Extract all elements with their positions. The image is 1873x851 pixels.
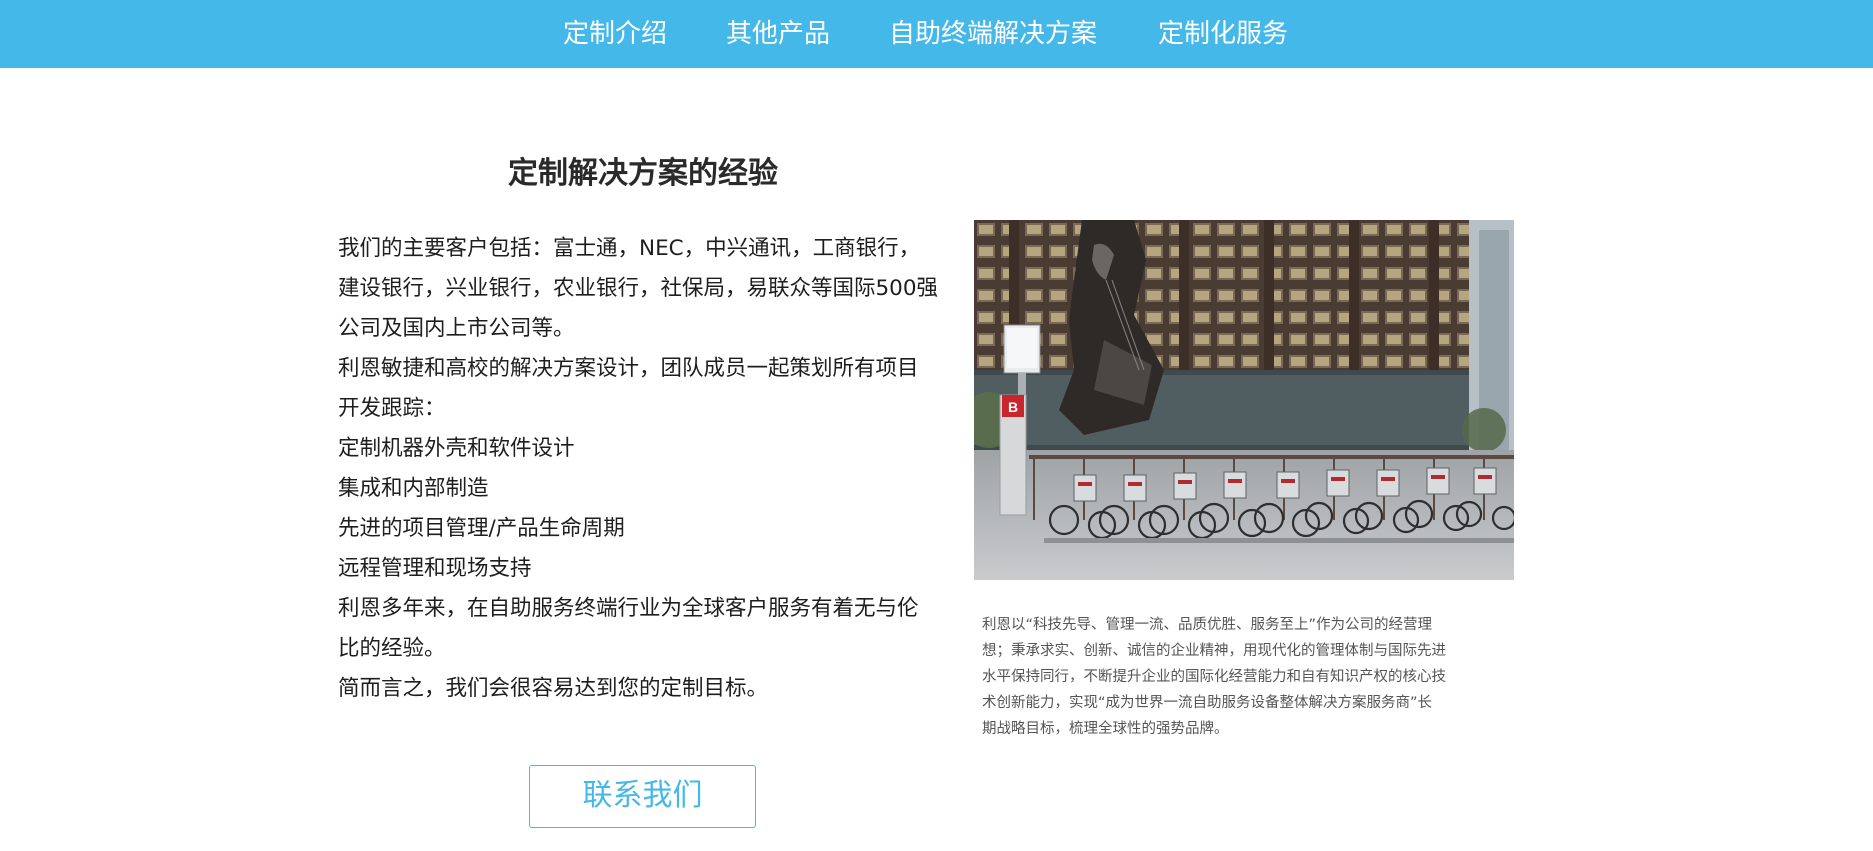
- company-philosophy-caption: 利恩以“科技先导、管理一流、品质优胜、服务至上”作为公司的经营理 想；秉承求实、…: [982, 612, 1482, 742]
- caption-line: 术创新能力，实现“成为世界一流自助服务设备整体解决方案服务商”长: [982, 695, 1433, 711]
- nav-item-kiosk-solutions[interactable]: 自助终端解决方案: [889, 14, 1097, 54]
- description-line: 定制机器外壳和软件设计: [338, 436, 575, 461]
- caption-line: 期战略目标，梳理全球性的强势品牌。: [982, 721, 1229, 737]
- caption-line: 想；秉承求实、创新、诚信的企业精神，用现代化的管理体制与国际先进: [982, 643, 1446, 659]
- description-line: 集成和内部制造: [338, 476, 489, 501]
- description-line: 开发跟踪：: [338, 396, 446, 421]
- contact-us-button[interactable]: 联系我们: [529, 765, 756, 828]
- description-line: 建设银行，兴业银行，农业银行，社保局，易联众等国际500强: [338, 276, 939, 301]
- top-navigation-bar: 定制介绍 其他产品 自助终端解决方案 定制化服务: [0, 0, 1873, 68]
- caption-line: 利恩以“科技先导、管理一流、品质优胜、服务至上”作为公司的经营理: [982, 617, 1433, 633]
- description-line: 利恩敏捷和高校的解决方案设计，团队成员一起策划所有项目: [338, 356, 919, 381]
- description-line: 比的经验。: [338, 636, 446, 661]
- description-line: 先进的项目管理/产品生命周期: [338, 516, 625, 541]
- description-line: 简而言之，我们会很容易达到您的定制目标。: [338, 676, 769, 701]
- nav-item-other-products[interactable]: 其他产品: [726, 14, 830, 54]
- experience-description: 我们的主要客户包括：富士通，NEC，中兴通讯，工商银行， 建设银行，兴业银行，农…: [338, 229, 953, 709]
- description-line: 我们的主要客户包括：富士通，NEC，中兴通讯，工商银行，: [338, 236, 921, 261]
- nav-item-customization-intro[interactable]: 定制介绍: [563, 14, 667, 54]
- description-line: 远程管理和现场支持: [338, 556, 532, 581]
- description-line: 公司及国内上市公司等。: [338, 316, 575, 341]
- bike-share-station-photo: B: [974, 220, 1514, 580]
- section-title: 定制解决方案的经验: [508, 156, 778, 191]
- nav-item-custom-services[interactable]: 定制化服务: [1158, 14, 1288, 54]
- description-line: 利恩多年来，在自助服务终端行业为全球客户服务有着无与伦: [338, 596, 919, 621]
- station-sign-label: B: [1008, 399, 1018, 415]
- caption-line: 水平保持同行，不断提升企业的国际化经营能力和自有知识产权的核心技: [982, 669, 1446, 685]
